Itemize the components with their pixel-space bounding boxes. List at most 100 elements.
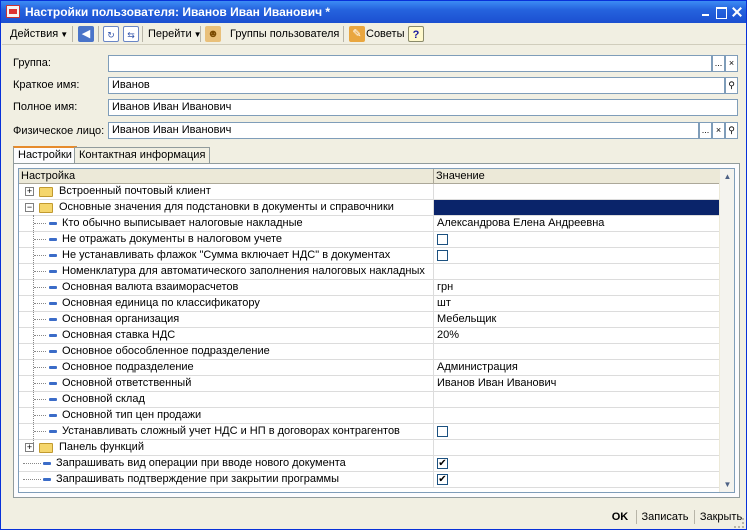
tips-icon[interactable]: ✎ bbox=[349, 26, 365, 42]
expand-icon[interactable]: + bbox=[25, 443, 34, 452]
setting-value[interactable] bbox=[434, 184, 719, 199]
goto-menu[interactable]: Перейти ▼ bbox=[148, 26, 202, 42]
table-row[interactable]: Основная ставка НДС 20% bbox=[19, 328, 719, 344]
setting-value[interactable] bbox=[434, 392, 719, 407]
tab-settings[interactable]: Настройки bbox=[13, 146, 77, 164]
user-groups-button[interactable]: Группы пользователя bbox=[230, 26, 339, 42]
scroll-down-icon[interactable]: ▼ bbox=[721, 478, 734, 491]
setting-value[interactable] bbox=[434, 232, 719, 247]
vertical-scrollbar[interactable]: ▲ ▼ bbox=[719, 169, 734, 492]
table-row[interactable]: Основной ответственный Иванов Иван Ивано… bbox=[19, 376, 719, 392]
setting-item-icon bbox=[49, 350, 57, 353]
setting-value[interactable]: ✔ bbox=[434, 456, 719, 471]
minimize-button[interactable] bbox=[699, 5, 713, 19]
setting-value[interactable] bbox=[434, 264, 719, 279]
tab-contact-info[interactable]: Контактная информация bbox=[74, 147, 211, 164]
button-separator bbox=[694, 510, 695, 524]
checkbox[interactable] bbox=[437, 234, 448, 245]
table-row[interactable]: + Встроенный почтовый клиент bbox=[19, 184, 719, 200]
person-select-button[interactable]: ... bbox=[699, 122, 712, 139]
title-bar[interactable]: Настройки пользователя: Иванов Иван Иван… bbox=[1, 1, 746, 23]
scroll-up-icon[interactable]: ▲ bbox=[721, 170, 734, 183]
checkbox[interactable] bbox=[437, 250, 448, 261]
toolbar-separator bbox=[200, 26, 201, 42]
toolbar: Действия ▼ ◀ ↻ ⇆ Перейти ▼ ☻ Группы пользо… bbox=[2, 23, 746, 45]
table-row[interactable]: + Панель функций bbox=[19, 440, 719, 456]
setting-value[interactable]: ✔ bbox=[434, 472, 719, 487]
setting-value[interactable] bbox=[434, 248, 719, 263]
table-row[interactable]: Основная валюта взаиморасчетов грн bbox=[19, 280, 719, 296]
short-name-field[interactable]: Иванов bbox=[108, 77, 725, 94]
setting-item-icon bbox=[49, 398, 57, 401]
table-row[interactable]: Основное обособленное подразделение bbox=[19, 344, 719, 360]
table-row[interactable]: Номенклатура для автоматического заполне… bbox=[19, 264, 719, 280]
refresh-icon[interactable]: ↻ bbox=[103, 26, 119, 42]
arrow-left-icon[interactable]: ◀ bbox=[78, 26, 94, 42]
checkbox[interactable] bbox=[437, 426, 448, 437]
group-field[interactable] bbox=[108, 55, 712, 72]
tree-branch bbox=[34, 351, 46, 352]
full-name-field[interactable]: Иванов Иван Иванович bbox=[108, 99, 738, 116]
checkbox-checked[interactable]: ✔ bbox=[437, 474, 448, 485]
setting-item-icon bbox=[49, 254, 57, 257]
setting-value[interactable] bbox=[434, 408, 719, 423]
collapse-icon[interactable]: − bbox=[25, 203, 34, 212]
column-header-setting[interactable]: Настройка bbox=[19, 169, 434, 184]
search-icon[interactable]: ⚲ bbox=[725, 122, 738, 139]
table-row[interactable]: − Основные значения для подстановки в док… bbox=[19, 200, 719, 216]
setting-name: Кто обычно выписывает налоговые накладны… bbox=[62, 217, 303, 229]
table-row[interactable]: Запрашивать вид операции при вводе новог… bbox=[19, 456, 719, 472]
tree-branch bbox=[34, 303, 46, 304]
maximize-button[interactable] bbox=[714, 5, 728, 19]
setting-value[interactable]: грн bbox=[434, 280, 719, 295]
setting-name: Основная валюта взаиморасчетов bbox=[62, 281, 239, 293]
actions-menu-label: Действия bbox=[10, 28, 59, 40]
setting-name: Не устанавливать флажок "Сумма включает … bbox=[62, 249, 391, 261]
user-icon[interactable]: ☻ bbox=[205, 26, 221, 42]
table-row[interactable]: Устанавливать сложный учет НДС и НП в до… bbox=[19, 424, 719, 440]
setting-name: Основное подразделение bbox=[62, 361, 194, 373]
table-row[interactable]: Не устанавливать флажок "Сумма включает … bbox=[19, 248, 719, 264]
setting-value[interactable]: Иванов Иван Иванович bbox=[434, 376, 719, 391]
table-row[interactable]: Основная организация Мебельщик bbox=[19, 312, 719, 328]
window-title: Настройки пользователя: Иванов Иван Иван… bbox=[25, 5, 331, 19]
table-row[interactable]: Не отражать документы в налоговом учете bbox=[19, 232, 719, 248]
settings-panel: Настройка Значение + Встроенный почтовый … bbox=[13, 163, 740, 498]
person-field[interactable]: Иванов Иван Иванович bbox=[108, 122, 699, 139]
ok-button[interactable]: OK bbox=[608, 510, 632, 526]
expand-icon[interactable]: + bbox=[25, 187, 34, 196]
table-header: Настройка Значение bbox=[19, 169, 719, 184]
setting-value[interactable] bbox=[434, 440, 719, 455]
table-row[interactable]: Запрашивать подтверждение при закрытии п… bbox=[19, 472, 719, 488]
table-row[interactable]: Основная единица по классификатору шт bbox=[19, 296, 719, 312]
table-row[interactable]: Кто обычно выписывает налоговые накладны… bbox=[19, 216, 719, 232]
help-button[interactable]: ? bbox=[408, 26, 424, 42]
setting-value[interactable] bbox=[434, 200, 719, 215]
table-row[interactable]: Основной тип цен продажи bbox=[19, 408, 719, 424]
group-select-button[interactable]: ... bbox=[712, 55, 725, 72]
setting-value[interactable]: Александрова Елена Андреевна bbox=[434, 216, 719, 231]
table-row[interactable]: Основной склад bbox=[19, 392, 719, 408]
search-icon[interactable]: ⚲ bbox=[725, 77, 738, 94]
column-header-value[interactable]: Значение bbox=[434, 169, 719, 184]
tree-branch bbox=[34, 271, 46, 272]
save-button[interactable]: Записать bbox=[640, 510, 690, 526]
actions-menu[interactable]: Действия ▼ bbox=[10, 26, 68, 42]
tips-button[interactable]: Советы bbox=[366, 26, 404, 42]
setting-item-icon bbox=[49, 366, 57, 369]
setting-value[interactable]: Мебельщик bbox=[434, 312, 719, 327]
setting-value[interactable]: Администрация bbox=[434, 360, 719, 375]
setting-name: Панель функций bbox=[59, 441, 144, 453]
table-row[interactable]: Основное подразделение Администрация bbox=[19, 360, 719, 376]
tree-branch bbox=[34, 335, 46, 336]
person-clear-button[interactable]: × bbox=[712, 122, 725, 139]
group-clear-button[interactable]: × bbox=[725, 55, 738, 72]
resize-grip-icon[interactable] bbox=[734, 518, 744, 528]
checkbox-checked[interactable]: ✔ bbox=[437, 458, 448, 469]
close-window-button[interactable] bbox=[730, 5, 744, 19]
setting-value[interactable]: 20% bbox=[434, 328, 719, 343]
setting-value[interactable] bbox=[434, 424, 719, 439]
document-link-icon[interactable]: ⇆ bbox=[123, 26, 139, 42]
setting-value[interactable] bbox=[434, 344, 719, 359]
setting-value[interactable]: шт bbox=[434, 296, 719, 311]
